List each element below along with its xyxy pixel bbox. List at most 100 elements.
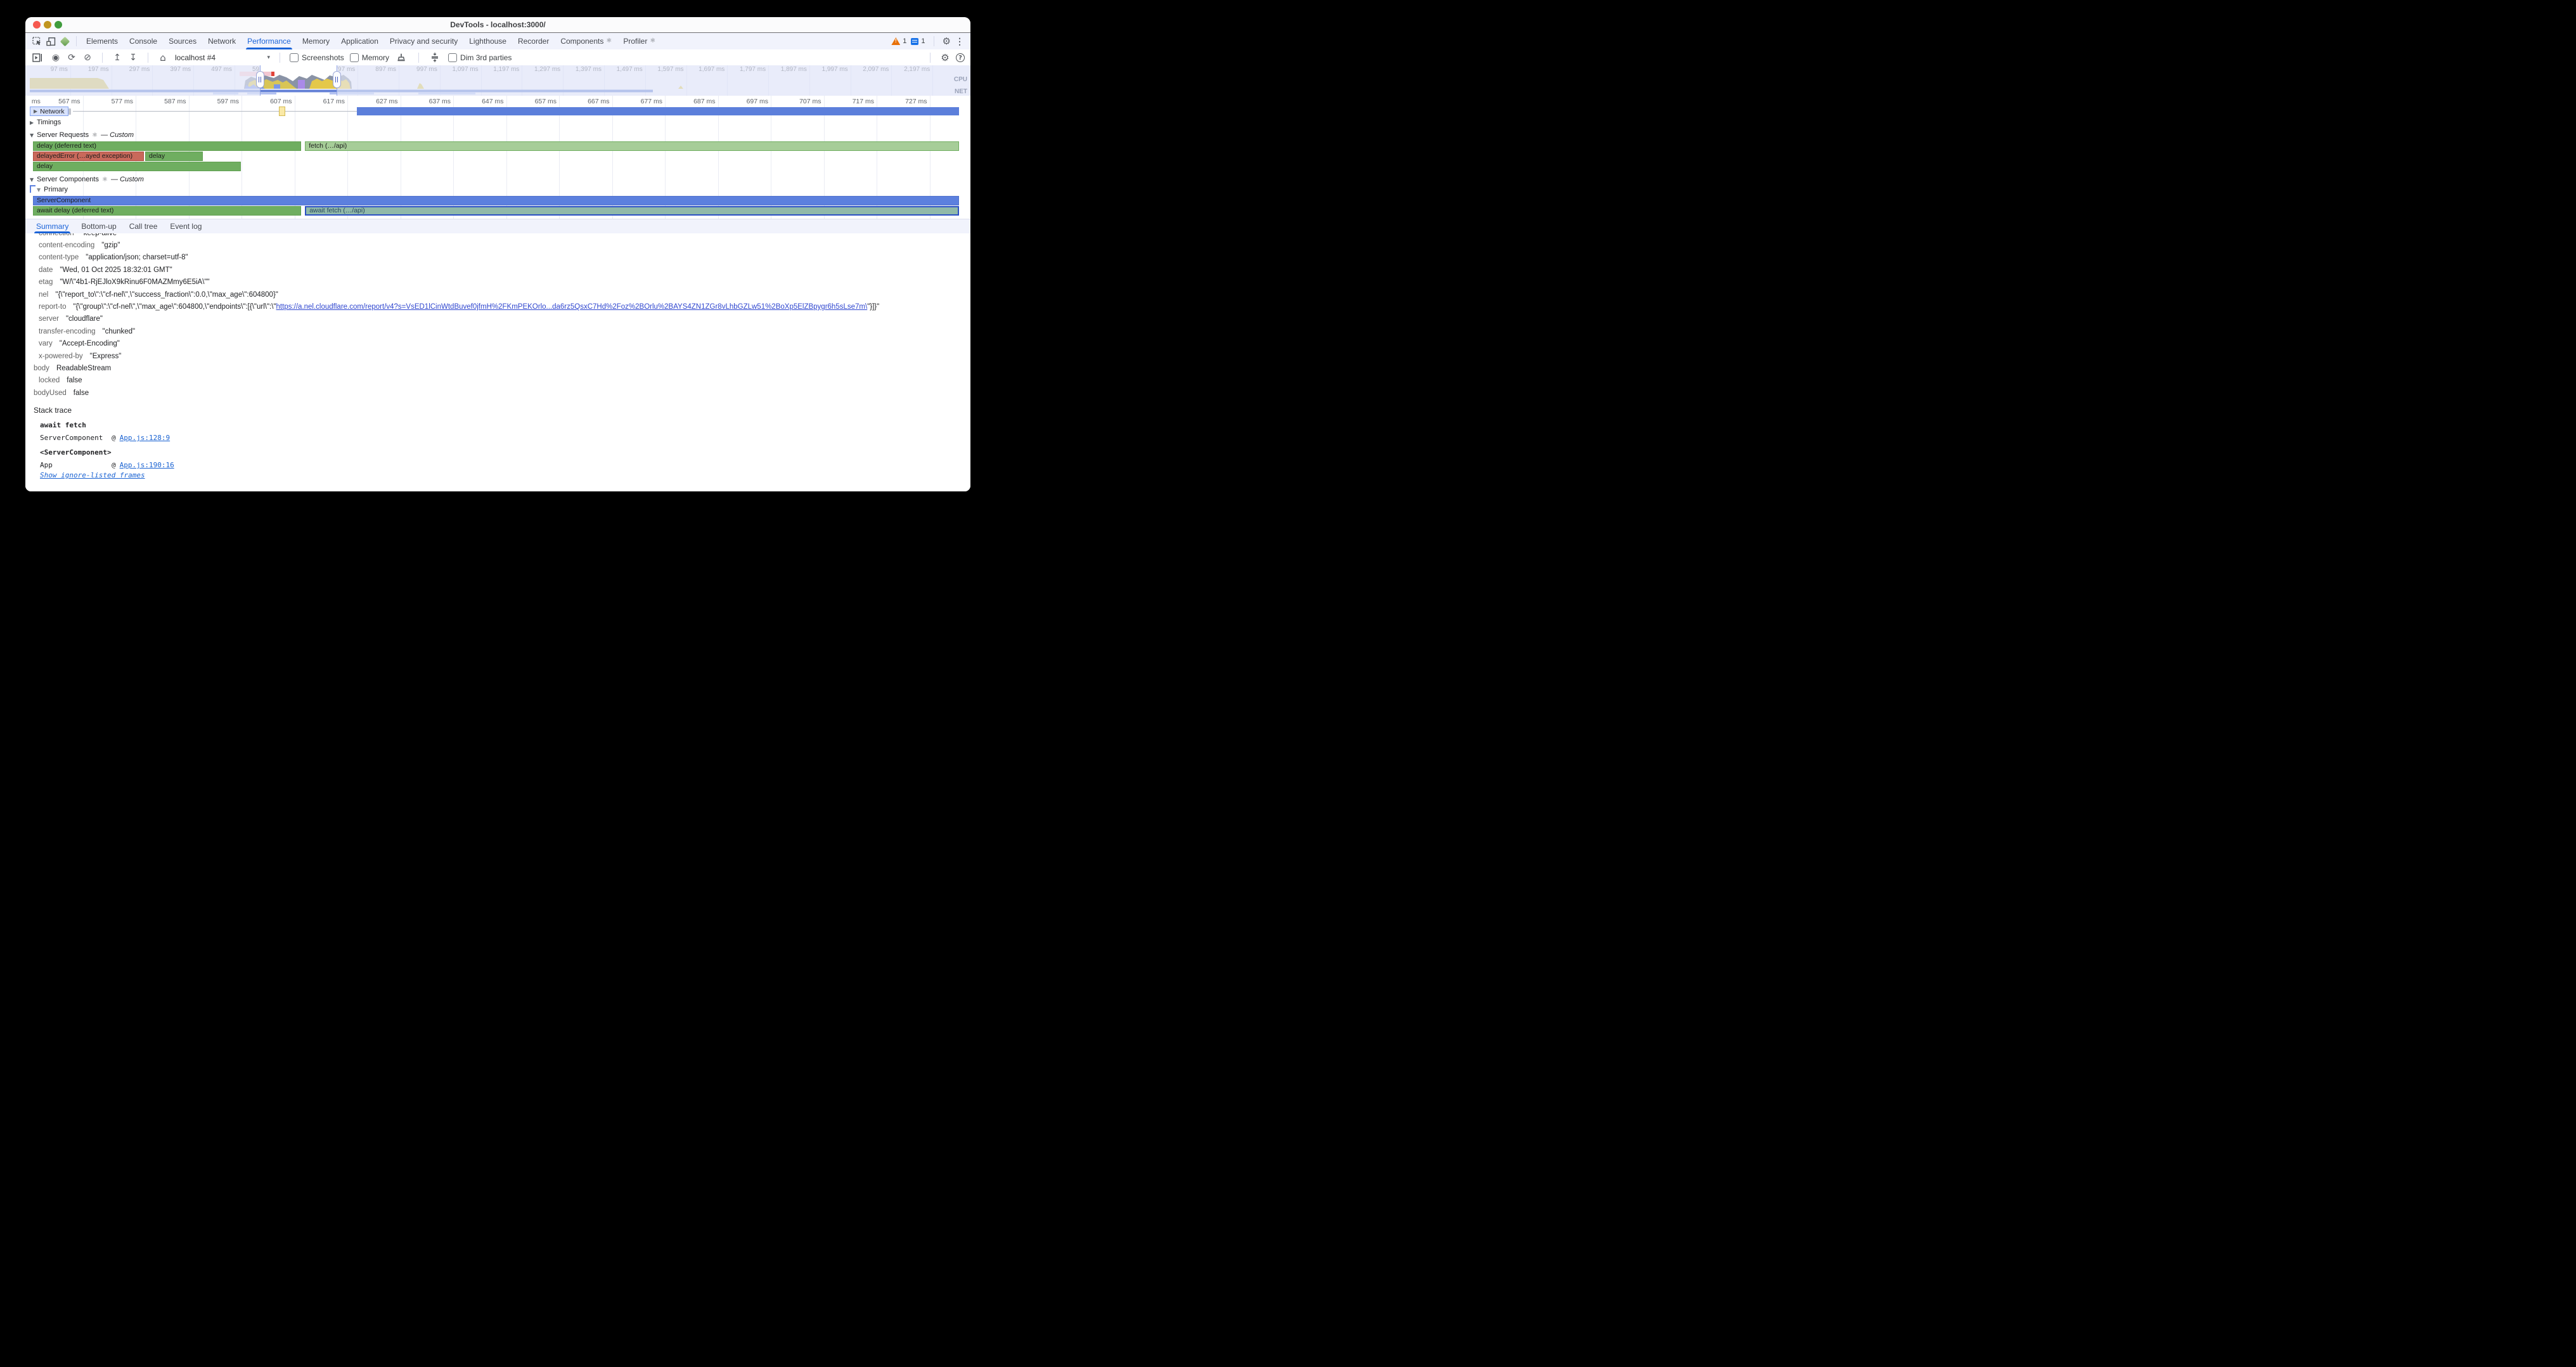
inspect-element-icon[interactable] xyxy=(30,35,43,48)
extension-icon[interactable] xyxy=(58,35,71,48)
download-profile-icon[interactable]: ↧ xyxy=(128,53,138,62)
property-value: false xyxy=(74,389,89,397)
selection-left-handle[interactable] xyxy=(256,71,264,88)
garbage-collect-icon[interactable] xyxy=(395,51,408,64)
details-tabbar: SummaryBottom-upCall treeEvent log xyxy=(25,219,970,233)
server-components-label: Server Components xyxy=(37,176,99,183)
cpu-lane-label: CPU xyxy=(954,76,967,83)
help-icon[interactable]: ? xyxy=(956,53,965,62)
clear-icon[interactable]: ⊘ xyxy=(82,53,93,62)
ruler-tick-label: 667 ms xyxy=(572,98,610,105)
tab-network[interactable]: Network xyxy=(202,33,242,49)
screen: DevTools - localhost:3000/ ElementsConso… xyxy=(0,0,994,528)
ruler-tick-label: 607 ms xyxy=(254,98,292,105)
tab-application[interactable]: Application xyxy=(335,33,384,49)
memory-label: Memory xyxy=(362,53,389,62)
tab-elements[interactable]: Elements xyxy=(80,33,124,49)
custom-track-suffix: — Custom xyxy=(111,176,144,183)
record-and-reload-icon[interactable] xyxy=(31,51,44,64)
stack-trace-section: Stack trace await fetchServerComponent@A… xyxy=(34,406,964,481)
primary-group-label: Primary xyxy=(44,186,68,193)
tab-bottom-up[interactable]: Bottom-up xyxy=(75,219,122,233)
record-icon[interactable]: ◉ xyxy=(51,53,61,62)
track-resize-grip[interactable] xyxy=(68,108,71,115)
tab-memory[interactable]: Memory xyxy=(297,33,335,49)
capture-settings-gear-icon[interactable]: ⚙ xyxy=(940,53,950,62)
network-track-label: Network xyxy=(40,108,65,115)
warning-icon[interactable] xyxy=(891,37,900,45)
tab-profiler[interactable]: Profiler⚛ xyxy=(617,33,661,49)
timeline-bar-delay[interactable]: delay xyxy=(33,162,241,171)
property-value: "chunked" xyxy=(103,328,136,335)
window-title: DevTools - localhost:3000/ xyxy=(25,17,970,32)
stack-frame-function: App xyxy=(40,461,112,469)
timeline-bar-delay-deferred-text[interactable]: delay (deferred text) xyxy=(33,141,301,151)
warning-count: 1 xyxy=(903,37,906,45)
stack-frame-at: @ xyxy=(112,461,116,469)
show-ignore-listed-frames-link[interactable]: Show ignore-listed frames xyxy=(34,471,145,479)
react-atom-icon: ⚛ xyxy=(92,132,98,139)
tab-privacy-and-security[interactable]: Privacy and security xyxy=(384,33,463,49)
tab-summary[interactable]: Summary xyxy=(30,219,75,233)
tab-label: Profiler xyxy=(623,33,647,49)
reload-icon[interactable]: ⟳ xyxy=(67,53,77,62)
property-key: etag xyxy=(39,278,53,286)
ruler-tick-label: ms xyxy=(25,98,41,105)
tab-components[interactable]: Components⚛ xyxy=(555,33,617,49)
timeline-bar-await-fetch-api[interactable]: await fetch (…/api) xyxy=(305,206,959,216)
home-icon[interactable]: ⌂ xyxy=(158,53,168,62)
timings-track-header[interactable]: ▶ Timings xyxy=(30,119,61,126)
server-requests-track-header[interactable]: ▼ Server Requests ⚛ — Custom xyxy=(30,131,134,139)
divider xyxy=(418,53,419,63)
property-value: "keep-alive" xyxy=(81,233,120,237)
property-key: nel xyxy=(39,291,48,299)
profile-select[interactable]: localhost #4 ▾ xyxy=(175,53,270,62)
timeline-bar-delay[interactable]: delay xyxy=(145,152,203,161)
device-toolbar-icon[interactable] xyxy=(44,35,57,48)
timeline-bar-fetch-api[interactable]: fetch (…/api) xyxy=(305,141,959,151)
kebab-menu-icon[interactable]: ⋮ xyxy=(955,36,964,47)
tab-call-tree[interactable]: Call tree xyxy=(123,219,164,233)
timeline-bar-await-delay-deferred-text[interactable]: await delay (deferred text) xyxy=(33,206,301,216)
screenshots-label: Screenshots xyxy=(302,53,344,62)
dim-3rd-parties-checkbox[interactable] xyxy=(448,53,457,62)
tab-lighthouse[interactable]: Lighthouse xyxy=(463,33,512,49)
network-track: ▶ Network xyxy=(25,107,970,117)
network-request-bar[interactable] xyxy=(357,107,959,115)
message-icon[interactable] xyxy=(911,38,918,45)
timeline-bar-delayederror-ayed-exception[interactable]: delayedError (…ayed exception) xyxy=(33,152,144,161)
screenshots-checkbox[interactable] xyxy=(290,53,299,62)
network-track-header[interactable]: ▶ Network xyxy=(30,107,68,116)
stack-frame-at: @ xyxy=(112,434,116,442)
stack-frame-source-link[interactable]: App.js:128:9 xyxy=(120,434,170,442)
property-row-body: bodyReadableStream xyxy=(25,362,970,374)
net-lane-label: NET xyxy=(955,88,967,95)
memory-checkbox[interactable] xyxy=(350,53,359,62)
collapse-sections-icon[interactable] xyxy=(428,51,441,64)
timeline-bar-servercomponent[interactable]: ServerComponent xyxy=(33,196,959,205)
property-row-transfer-encoding: transfer-encoding"chunked" xyxy=(25,325,970,337)
primary-group-header[interactable]: ▼ Primary xyxy=(37,186,68,193)
selection-right-handle[interactable] xyxy=(333,71,341,88)
tab-console[interactable]: Console xyxy=(124,33,163,49)
chevron-down-icon: ▾ xyxy=(267,54,270,61)
stack-frame-source-link[interactable]: App.js:190:16 xyxy=(120,461,174,469)
property-value: "gzip" xyxy=(101,242,120,249)
property-key: body xyxy=(34,365,49,372)
upload-profile-icon[interactable]: ↥ xyxy=(112,53,122,62)
report-endpoint-link[interactable]: https://a.nel.cloudflare.com/report/v4?s… xyxy=(276,303,868,311)
property-key: connection xyxy=(39,233,74,237)
tab-performance[interactable]: Performance xyxy=(242,33,297,49)
tab-sources[interactable]: Sources xyxy=(163,33,202,49)
overview-minimap[interactable]: 97 ms197 ms297 ms397 ms497 ms597 ms697 m… xyxy=(25,65,970,96)
ruler-tick-label: 617 ms xyxy=(307,98,345,105)
network-highlight-marker[interactable] xyxy=(279,107,285,116)
server-components-track-header[interactable]: ▼ Server Components ⚛ — Custom xyxy=(30,176,144,183)
stack-frame-group: await fetch xyxy=(34,421,964,429)
property-key: report-to xyxy=(39,303,66,311)
tab-event-log[interactable]: Event log xyxy=(164,219,208,233)
ruler-tick-label: 627 ms xyxy=(360,98,398,105)
tab-recorder[interactable]: Recorder xyxy=(512,33,555,49)
settings-gear-icon[interactable]: ⚙ xyxy=(943,36,951,47)
ruler-tick-label: 687 ms xyxy=(678,98,716,105)
